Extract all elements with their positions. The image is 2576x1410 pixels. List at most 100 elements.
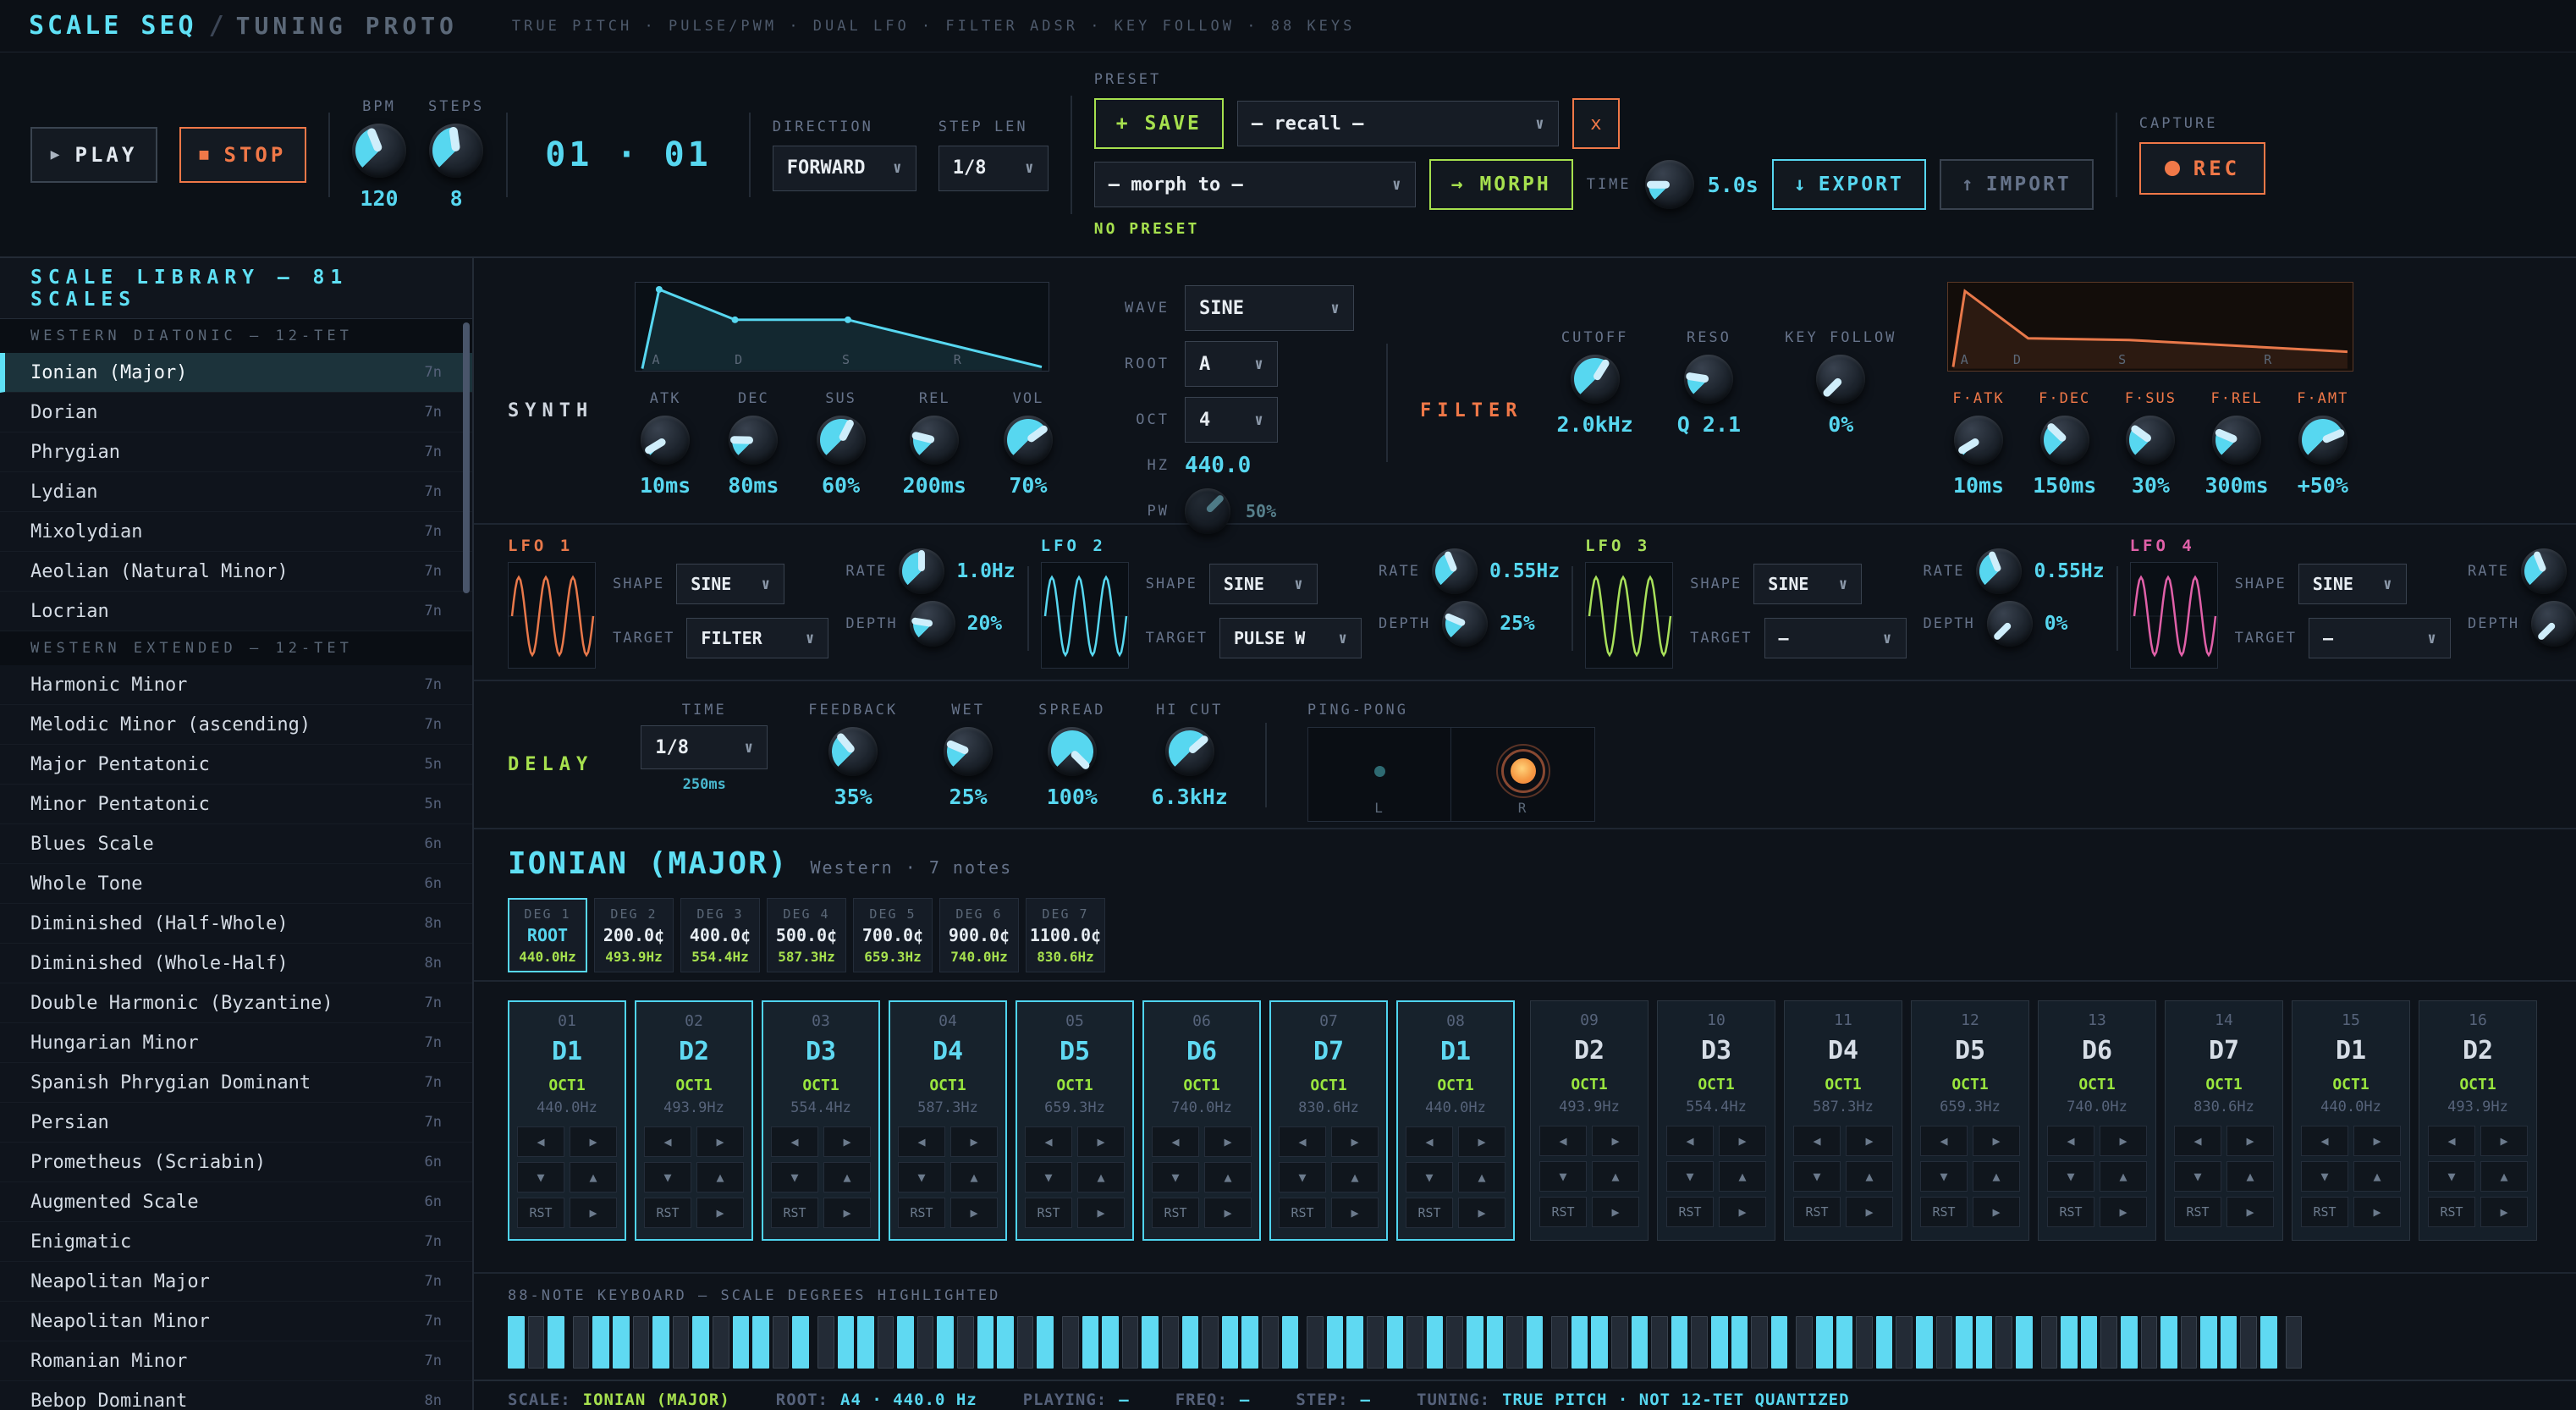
step-reset-button[interactable]: RST bbox=[2047, 1197, 2094, 1227]
step-octave-down-button[interactable]: ▼ bbox=[2047, 1161, 2094, 1192]
degree-chip[interactable]: DEG 1ROOT440.0Hz bbox=[508, 898, 587, 972]
step-cell[interactable]: 01D1OCT1440.0Hz◀▶▼▲RST▶ bbox=[508, 1000, 626, 1241]
attack-knob[interactable] bbox=[641, 416, 690, 465]
lfo-target-select[interactable]: PULSE W∨ bbox=[1219, 618, 1362, 658]
scale-list-item[interactable]: Melodic Minor (ascending)7n bbox=[0, 705, 472, 745]
key-follow-knob[interactable] bbox=[1816, 355, 1865, 404]
step-reset-button[interactable]: RST bbox=[1793, 1197, 1841, 1227]
key-highlighted[interactable] bbox=[1241, 1316, 1258, 1369]
key-highlighted[interactable] bbox=[2121, 1316, 2138, 1369]
key[interactable] bbox=[1751, 1316, 1768, 1369]
lfo-waveform-display[interactable] bbox=[1585, 562, 1673, 669]
step-prev-note-button[interactable]: ◀ bbox=[2301, 1126, 2348, 1156]
step-octave-down-button[interactable]: ▼ bbox=[644, 1162, 691, 1192]
step-octave-down-button[interactable]: ▼ bbox=[517, 1162, 564, 1192]
key-highlighted[interactable] bbox=[1427, 1316, 1444, 1369]
bpm-knob[interactable] bbox=[352, 124, 406, 178]
key-highlighted[interactable] bbox=[1182, 1316, 1199, 1369]
key[interactable] bbox=[817, 1316, 834, 1369]
step-cell[interactable]: 08D1OCT1440.0Hz◀▶▼▲RST▶ bbox=[1396, 1000, 1515, 1241]
step-octave-down-button[interactable]: ▼ bbox=[898, 1162, 945, 1192]
scale-list-item[interactable]: Minor Pentatonic5n bbox=[0, 785, 472, 824]
f-amount-knob[interactable] bbox=[2298, 416, 2348, 465]
feedback-knob[interactable] bbox=[828, 727, 878, 776]
steplen-select[interactable]: 1/8 ∨ bbox=[938, 146, 1049, 191]
step-octave-up-button[interactable]: ▲ bbox=[1846, 1161, 1893, 1192]
key-highlighted[interactable] bbox=[857, 1316, 874, 1369]
hi-cut-knob[interactable] bbox=[1165, 727, 1214, 776]
key[interactable] bbox=[1446, 1316, 1463, 1369]
lfo-waveform-display[interactable] bbox=[508, 562, 596, 669]
key-highlighted[interactable] bbox=[2081, 1316, 2098, 1369]
step-octave-up-button[interactable]: ▲ bbox=[2353, 1161, 2401, 1192]
key[interactable] bbox=[1936, 1316, 1953, 1369]
step-audition-button[interactable]: ▶ bbox=[1331, 1198, 1379, 1228]
export-button[interactable]: ↓ EXPORT bbox=[1772, 159, 1926, 210]
step-next-note-button[interactable]: ▶ bbox=[1458, 1126, 1505, 1157]
step-next-note-button[interactable]: ▶ bbox=[1204, 1126, 1252, 1157]
key[interactable] bbox=[917, 1316, 934, 1369]
key-highlighted[interactable] bbox=[613, 1316, 630, 1369]
stop-button[interactable]: ■ STOP bbox=[179, 127, 306, 183]
step-prev-note-button[interactable]: ◀ bbox=[771, 1126, 818, 1157]
key-highlighted[interactable] bbox=[1711, 1316, 1728, 1369]
scale-list-item[interactable]: Romanian Minor7n bbox=[0, 1341, 472, 1381]
step-next-note-button[interactable]: ▶ bbox=[1331, 1126, 1379, 1157]
lfo-depth-knob[interactable] bbox=[910, 601, 955, 647]
step-prev-note-button[interactable]: ◀ bbox=[644, 1126, 691, 1157]
scale-list-item[interactable]: Prometheus (Scriabin)6n bbox=[0, 1143, 472, 1182]
key[interactable] bbox=[673, 1316, 690, 1369]
step-octave-up-button[interactable]: ▲ bbox=[2100, 1161, 2147, 1192]
step-cell[interactable]: 11D4OCT1587.3Hz◀▶▼▲RST▶ bbox=[1784, 1000, 1902, 1241]
step-reset-button[interactable]: RST bbox=[517, 1198, 564, 1228]
key-highlighted[interactable] bbox=[1876, 1316, 1893, 1369]
key-highlighted[interactable] bbox=[1632, 1316, 1649, 1369]
key-highlighted[interactable] bbox=[1142, 1316, 1159, 1369]
key-highlighted[interactable] bbox=[733, 1316, 750, 1369]
step-octave-up-button[interactable]: ▲ bbox=[1204, 1162, 1252, 1192]
lfo-shape-select[interactable]: SINE∨ bbox=[1209, 564, 1318, 604]
key-highlighted[interactable] bbox=[792, 1316, 809, 1369]
key-highlighted[interactable] bbox=[1976, 1316, 1993, 1369]
release-knob[interactable] bbox=[910, 416, 959, 465]
key[interactable] bbox=[2141, 1316, 2158, 1369]
step-octave-up-button[interactable]: ▲ bbox=[1973, 1161, 2020, 1192]
step-next-note-button[interactable]: ▶ bbox=[696, 1126, 744, 1157]
step-cell[interactable]: 06D6OCT1740.0Hz◀▶▼▲RST▶ bbox=[1142, 1000, 1261, 1241]
key-highlighted[interactable] bbox=[1836, 1316, 1853, 1369]
f-sustain-knob[interactable] bbox=[2126, 416, 2175, 465]
key-highlighted[interactable] bbox=[1487, 1316, 1504, 1369]
scale-list-item[interactable]: Lydian7n bbox=[0, 472, 472, 512]
volume-knob[interactable] bbox=[1004, 416, 1053, 465]
key-highlighted[interactable] bbox=[2160, 1316, 2177, 1369]
step-audition-button[interactable]: ▶ bbox=[1592, 1197, 1639, 1227]
step-prev-note-button[interactable]: ◀ bbox=[898, 1126, 945, 1157]
step-octave-up-button[interactable]: ▲ bbox=[1719, 1161, 1766, 1192]
step-next-note-button[interactable]: ▶ bbox=[570, 1126, 617, 1157]
scale-list-item[interactable]: Dorian7n bbox=[0, 393, 472, 432]
wet-knob[interactable] bbox=[944, 727, 993, 776]
step-octave-up-button[interactable]: ▲ bbox=[696, 1162, 744, 1192]
step-audition-button[interactable]: ▶ bbox=[1719, 1197, 1766, 1227]
morph-button[interactable]: → MORPH bbox=[1429, 159, 1573, 210]
lfo-depth-knob[interactable] bbox=[2531, 601, 2576, 647]
oct-select[interactable]: 4 ∨ bbox=[1185, 397, 1278, 443]
scale-list-item[interactable]: Locrian7n bbox=[0, 592, 472, 631]
step-audition-button[interactable]: ▶ bbox=[1846, 1197, 1893, 1227]
step-octave-down-button[interactable]: ▼ bbox=[1152, 1162, 1199, 1192]
key[interactable] bbox=[1611, 1316, 1628, 1369]
lfo-waveform-display[interactable] bbox=[2130, 562, 2218, 669]
step-prev-note-button[interactable]: ◀ bbox=[1152, 1126, 1199, 1157]
degree-chip[interactable]: DEG 6900.0¢740.0Hz bbox=[939, 898, 1019, 972]
degree-chip[interactable]: DEG 3400.0¢554.4Hz bbox=[680, 898, 760, 972]
key-highlighted[interactable] bbox=[692, 1316, 709, 1369]
step-octave-up-button[interactable]: ▲ bbox=[1592, 1161, 1639, 1192]
step-next-note-button[interactable]: ▶ bbox=[2353, 1126, 2401, 1156]
amp-envelope-display[interactable]: A D S R bbox=[635, 282, 1049, 372]
key-highlighted[interactable] bbox=[1037, 1316, 1054, 1369]
step-octave-down-button[interactable]: ▼ bbox=[1539, 1161, 1587, 1192]
step-audition-button[interactable]: ▶ bbox=[950, 1198, 998, 1228]
step-prev-note-button[interactable]: ◀ bbox=[1666, 1126, 1714, 1156]
step-octave-up-button[interactable]: ▲ bbox=[2480, 1161, 2528, 1192]
step-prev-note-button[interactable]: ◀ bbox=[517, 1126, 564, 1157]
